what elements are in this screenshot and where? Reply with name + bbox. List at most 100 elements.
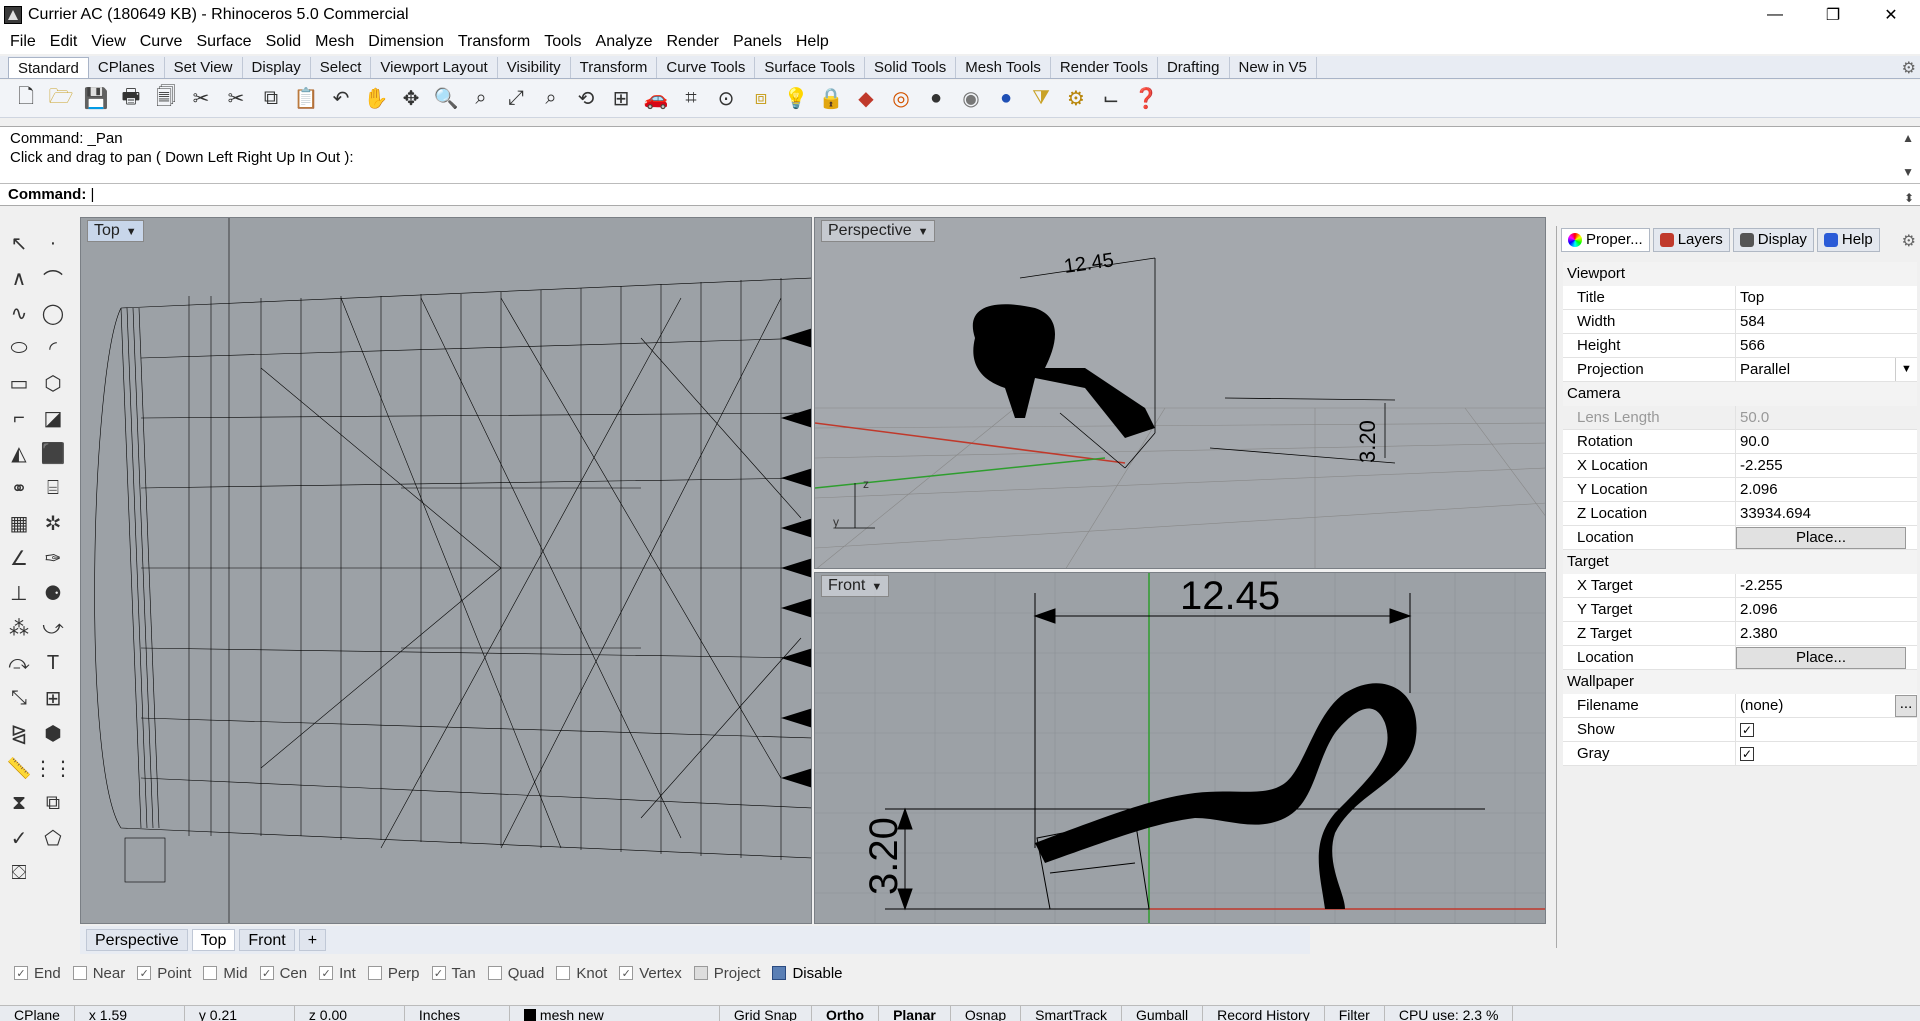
- point-icon[interactable]: ·: [38, 228, 68, 258]
- status-units[interactable]: Inches: [405, 1006, 510, 1021]
- rendered-sphere-icon[interactable]: ◉: [957, 84, 985, 114]
- viewport-tab-top[interactable]: Top: [191, 929, 236, 951]
- split-icon[interactable]: ✑: [38, 543, 68, 573]
- tab-new-in-v5[interactable]: New in V5: [1230, 57, 1317, 78]
- render-sphere-icon[interactable]: ●: [992, 84, 1020, 114]
- osnap-end[interactable]: ✓ End: [14, 965, 61, 982]
- lightbulb-icon[interactable]: 💡: [782, 84, 810, 114]
- tab-transform[interactable]: Transform: [571, 57, 658, 78]
- viewport-tab-front[interactable]: Front: [239, 929, 295, 951]
- viewport-top-label[interactable]: Top ▼: [87, 220, 144, 242]
- boolean-union-icon[interactable]: ⚭: [4, 473, 34, 503]
- boolean-difference-icon[interactable]: ⚈: [38, 578, 68, 608]
- viewport-menu-arrow-icon[interactable]: ▼: [918, 226, 929, 238]
- status-cplane[interactable]: CPlane: [0, 1006, 75, 1021]
- panel-tab-help[interactable]: Help: [1816, 228, 1880, 252]
- status-osnap[interactable]: Osnap: [951, 1006, 1022, 1021]
- panel-tab-properties[interactable]: Proper...: [1561, 228, 1650, 252]
- menu-transform[interactable]: Transform: [452, 33, 538, 51]
- menu-tools[interactable]: Tools: [538, 33, 589, 51]
- shaded-sphere-icon[interactable]: ●: [922, 84, 950, 114]
- osnap-project[interactable]: Project: [693, 965, 760, 982]
- block-icon[interactable]: ⬢: [38, 718, 68, 748]
- menu-mesh[interactable]: Mesh: [309, 33, 362, 51]
- prop-zloc-value[interactable]: 33934.694: [1736, 502, 1917, 525]
- osnap-disable[interactable]: Disable: [772, 965, 843, 982]
- osnap-vertex-checkbox[interactable]: ✓: [619, 966, 634, 980]
- dimension-angle-icon[interactable]: ∠: [4, 543, 34, 573]
- cut-icon[interactable]: ✂: [187, 84, 215, 114]
- bucket-icon[interactable]: ⛋: [4, 858, 34, 888]
- viewport-perspective-label[interactable]: Perspective ▼: [821, 220, 936, 242]
- circle-icon[interactable]: ◯: [38, 298, 68, 328]
- paste-icon[interactable]: 📋: [292, 84, 320, 114]
- menu-render[interactable]: Render: [660, 33, 726, 51]
- mesh-gear-icon[interactable]: ✲: [38, 508, 68, 538]
- polyline-icon[interactable]: ∧: [4, 263, 34, 293]
- menu-dimension[interactable]: Dimension: [362, 33, 452, 51]
- menu-curve[interactable]: Curve: [134, 33, 191, 51]
- zoom-selected-icon[interactable]: ⌕: [537, 84, 565, 114]
- status-record-history[interactable]: Record History: [1203, 1006, 1325, 1021]
- select-objects-icon[interactable]: ⧈: [747, 84, 775, 114]
- osnap-cen-checkbox[interactable]: ✓: [259, 966, 274, 980]
- export-icon[interactable]: 🗐: [152, 84, 180, 114]
- undo-icon[interactable]: ↶: [327, 84, 355, 114]
- curve-icon[interactable]: ⌒: [38, 263, 68, 293]
- menu-edit[interactable]: Edit: [44, 33, 86, 51]
- lock-icon[interactable]: 🔒: [817, 84, 845, 114]
- status-smarttrack[interactable]: SmartTrack: [1021, 1006, 1122, 1021]
- trim-icon[interactable]: ⊥: [4, 578, 34, 608]
- viewport-menu-arrow-icon[interactable]: ▼: [871, 581, 882, 593]
- osnap-mid[interactable]: Mid: [203, 965, 248, 982]
- zoom-icon[interactable]: 🔍: [432, 84, 460, 114]
- prop-yloc-value[interactable]: 2.096: [1736, 478, 1917, 501]
- measure-icon[interactable]: 📏: [4, 753, 34, 783]
- cut-selection-icon[interactable]: ✂: [222, 84, 250, 114]
- osnap-near-checkbox[interactable]: [72, 966, 87, 980]
- prop-height-value[interactable]: 566: [1736, 334, 1917, 357]
- surface-from-points-icon[interactable]: ◪: [38, 403, 68, 433]
- status-gumball[interactable]: Gumball: [1122, 1006, 1204, 1021]
- tab-surface-tools[interactable]: Surface Tools: [755, 57, 865, 78]
- osnap-point-checkbox[interactable]: ✓: [137, 966, 152, 980]
- arc-icon[interactable]: ◜: [38, 333, 68, 363]
- target-place-button[interactable]: Place...: [1736, 647, 1906, 669]
- status-current-layer[interactable]: mesh new: [510, 1006, 720, 1021]
- osnap-tan[interactable]: ✓ Tan: [431, 965, 476, 982]
- rotate-view-icon[interactable]: ✥: [397, 84, 425, 114]
- menu-help[interactable]: Help: [790, 33, 837, 51]
- check-icon[interactable]: ✓: [4, 823, 34, 853]
- menu-surface[interactable]: Surface: [190, 33, 259, 51]
- osnap-knot-checkbox[interactable]: [556, 966, 571, 980]
- menu-solid[interactable]: Solid: [260, 33, 310, 51]
- close-button[interactable]: ✕: [1862, 0, 1920, 30]
- copy-icon[interactable]: ⧉: [257, 84, 285, 114]
- zoom-window-icon[interactable]: ⌕: [467, 84, 495, 114]
- gray-wallpaper-checkbox[interactable]: ✓: [1740, 747, 1754, 761]
- tab-set-view[interactable]: Set View: [165, 57, 243, 78]
- tab-cplanes[interactable]: CPlanes: [89, 57, 165, 78]
- open-folder-icon[interactable]: 🗁: [47, 84, 75, 114]
- box-solid-icon[interactable]: ⬛: [38, 438, 68, 468]
- osnap-mid-checkbox[interactable]: [203, 966, 218, 980]
- prop-xloc-value[interactable]: -2.255: [1736, 454, 1917, 477]
- prop-width-value[interactable]: 584: [1736, 310, 1917, 333]
- osnap-cen[interactable]: ✓ Cen: [259, 965, 307, 982]
- chevron-down-icon[interactable]: ▼: [1895, 358, 1917, 381]
- interpolate-curve-icon[interactable]: ∿: [4, 298, 34, 328]
- fillet-curve-icon[interactable]: ⌐: [4, 403, 34, 433]
- panel-options-gear-icon[interactable]: ⚙: [1902, 231, 1916, 251]
- mesh-plane-icon[interactable]: ▦: [4, 508, 34, 538]
- menu-analyze[interactable]: Analyze: [590, 33, 661, 51]
- osnap-project-checkbox[interactable]: [693, 966, 708, 980]
- paint-icon[interactable]: ⧉: [38, 788, 68, 818]
- osnap-knot[interactable]: Knot: [556, 965, 607, 982]
- osnap-perp[interactable]: Perp: [367, 965, 420, 982]
- command-spinner-icon[interactable]: ⬍: [1904, 187, 1914, 209]
- edit-points-icon[interactable]: ⤼: [4, 648, 34, 678]
- camera-place-button[interactable]: Place...: [1736, 527, 1906, 549]
- status-ortho[interactable]: Ortho: [812, 1006, 880, 1021]
- tab-display[interactable]: Display: [243, 57, 311, 78]
- car-icon[interactable]: 🚗: [642, 84, 670, 114]
